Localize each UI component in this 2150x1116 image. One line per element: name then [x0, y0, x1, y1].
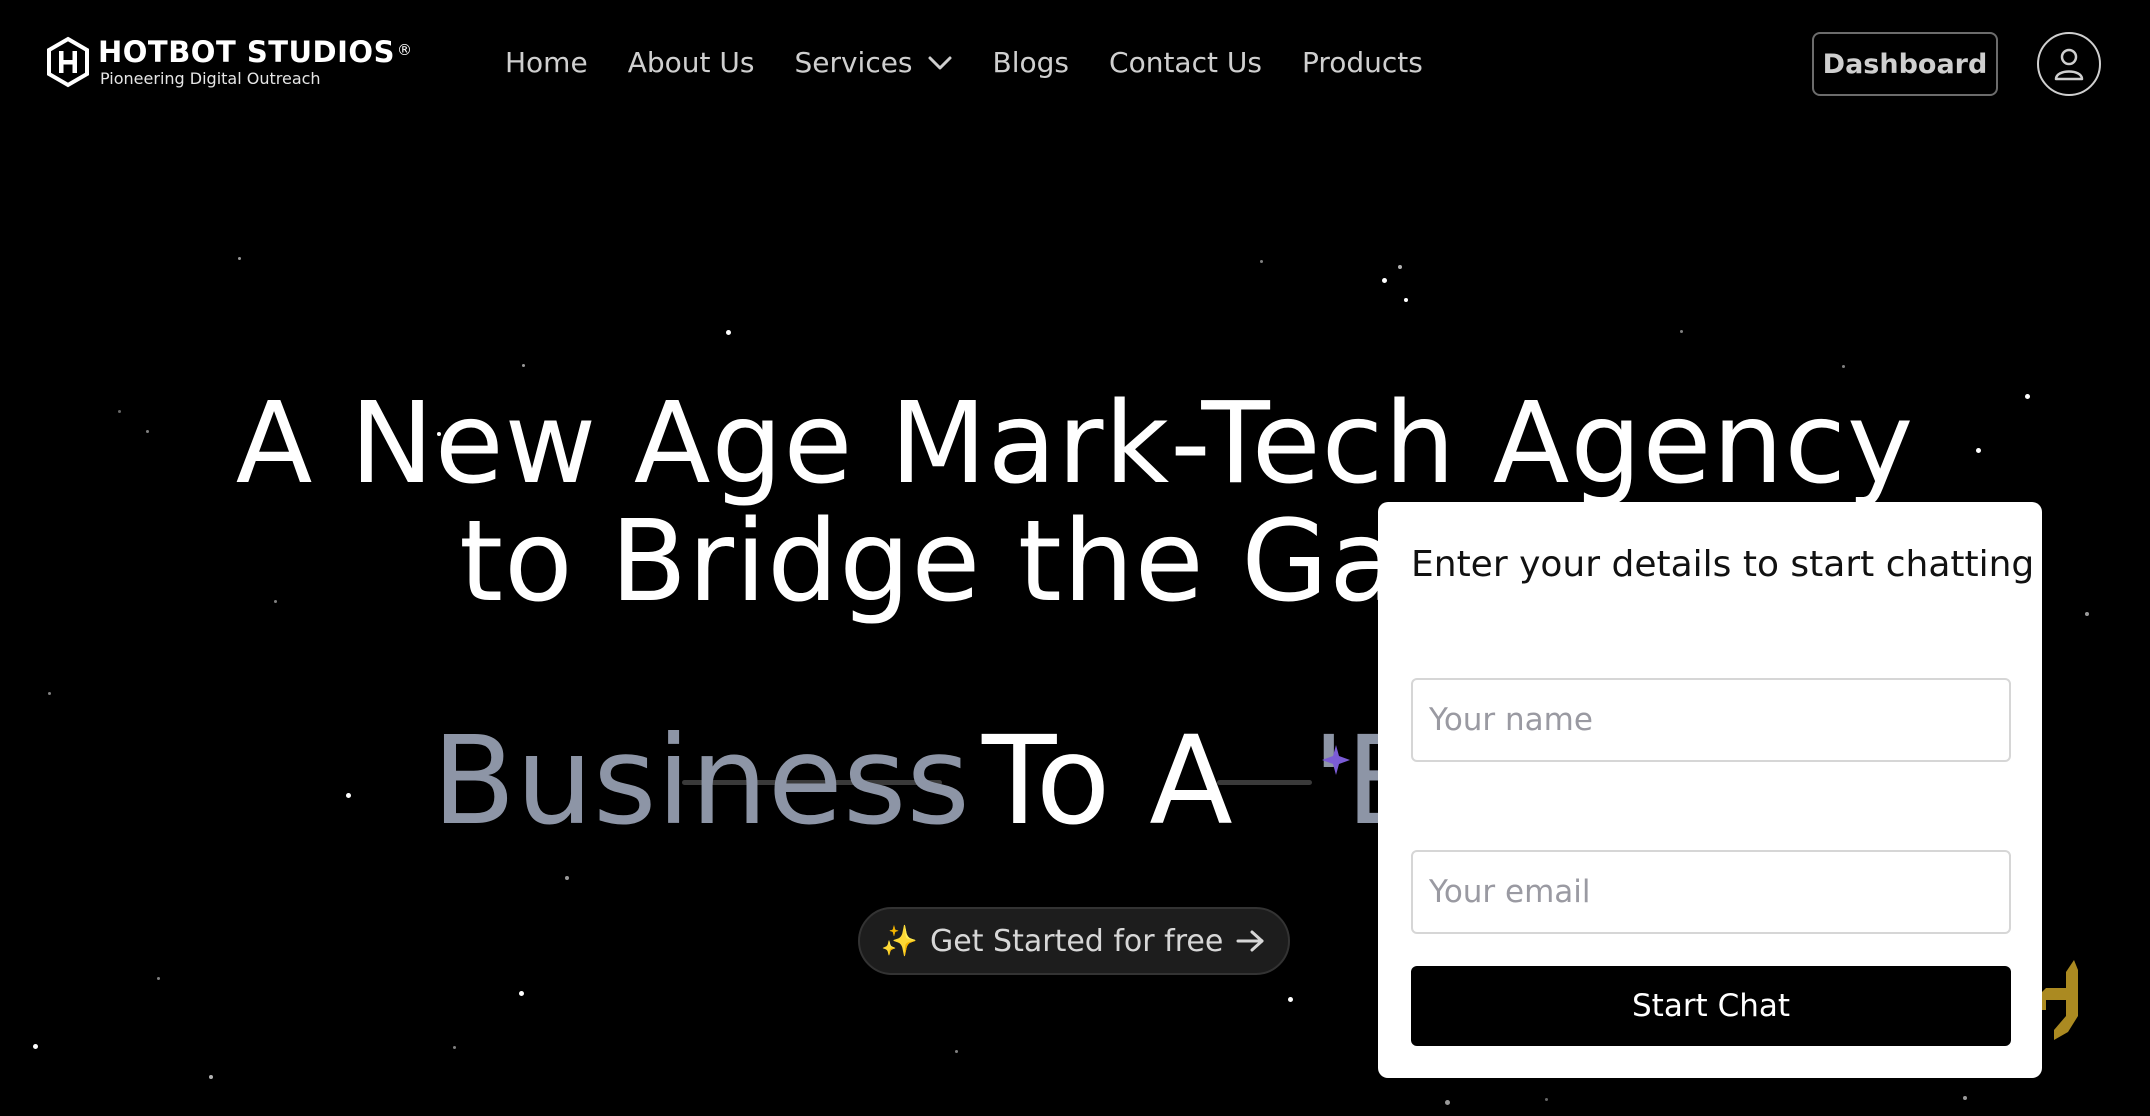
- hero-headline-line1: A New Age Mark-Tech Agency: [235, 379, 1915, 509]
- nav-about-us[interactable]: About Us: [628, 46, 755, 79]
- account-button[interactable]: [2037, 32, 2101, 96]
- brand-tagline: Pioneering Digital Outreach: [100, 68, 321, 88]
- chat-title: Enter your details to start chatting: [1411, 544, 2035, 585]
- nav-blogs[interactable]: Blogs: [993, 46, 1069, 79]
- nav-blogs-label: Blogs: [992, 46, 1070, 79]
- sparkle-icon: [1322, 745, 1350, 775]
- tagline-word-business: Business: [432, 710, 970, 852]
- email-input[interactable]: [1411, 850, 2011, 934]
- nav-home-label: Home: [505, 46, 588, 79]
- get-started-button[interactable]: ✨ Get Started for free: [858, 907, 1290, 975]
- nav-services[interactable]: Services: [794, 46, 952, 79]
- nav-about-us-label: About Us: [627, 46, 755, 79]
- nav-products-label: Products: [1301, 46, 1423, 79]
- user-icon: [2054, 48, 2084, 81]
- chat-popup: Enter your details to start chatting Sta…: [1378, 502, 2042, 1078]
- registered-mark: ®: [396, 41, 412, 60]
- arrow-right-icon: [1236, 930, 1264, 952]
- nav-home[interactable]: Home: [505, 46, 588, 79]
- chevron-down-icon: [928, 56, 952, 69]
- brand-name: HOTBOT STUDIOS: [98, 34, 395, 69]
- tagline-word-to-a: To A: [982, 710, 1233, 852]
- nav-contact-us[interactable]: Contact Us: [1109, 46, 1262, 79]
- nav-contact-us-label: Contact Us: [1109, 46, 1262, 79]
- brand-logo[interactable]: HOTBOT STUDIOS ® Pioneering Digital Outre…: [46, 36, 412, 88]
- get-started-label: Get Started for free: [930, 923, 1224, 959]
- name-input[interactable]: [1411, 678, 2011, 762]
- nav-services-label: Services: [794, 46, 913, 79]
- hexagon-logo-icon: [47, 36, 89, 88]
- dashboard-button[interactable]: Dashboard: [1812, 32, 1998, 96]
- main-nav: Home About Us Services Blogs Contact Us …: [505, 46, 1423, 79]
- nav-products[interactable]: Products: [1302, 46, 1423, 79]
- start-chat-button[interactable]: Start Chat: [1411, 966, 2011, 1046]
- sparkles-icon: ✨: [880, 923, 919, 959]
